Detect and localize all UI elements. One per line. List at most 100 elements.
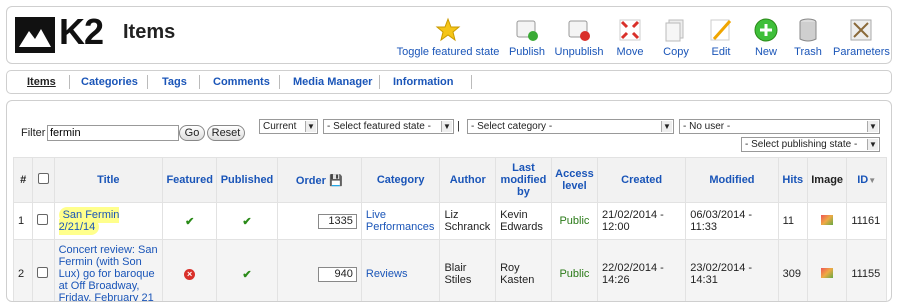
chevron-down-icon: ▼ — [305, 121, 316, 132]
copy-button[interactable]: Copy — [661, 17, 691, 58]
copy-icon — [663, 17, 689, 43]
go-button[interactable]: Go — [179, 125, 205, 141]
unpublish-icon — [566, 17, 592, 43]
category-cell: Live Performances — [361, 203, 440, 240]
published-cell[interactable]: ✔ — [217, 203, 277, 240]
move-button[interactable]: Move — [613, 17, 647, 58]
reset-button[interactable]: Reset — [207, 125, 245, 141]
image-icon — [821, 268, 833, 278]
star-icon — [435, 17, 461, 43]
submenu-categories[interactable]: Categories — [81, 76, 138, 88]
id-cell: 11155 — [847, 240, 887, 302]
toolbar-label: Trash — [793, 46, 823, 58]
col-published[interactable]: Published — [217, 158, 277, 203]
parameters-button[interactable]: Parameters — [833, 17, 889, 58]
col-created[interactable]: Created — [598, 158, 686, 203]
row-number: 2 — [14, 240, 33, 302]
category-link[interactable]: Live Performances — [366, 209, 434, 233]
toolbar-label: Copy — [661, 46, 691, 58]
chevron-down-icon: ▼ — [661, 121, 672, 132]
publish-button[interactable]: Publish — [507, 17, 547, 58]
modified-cell: 06/03/2014 - 11:33 — [686, 203, 778, 240]
featured-cell[interactable]: ✔ — [163, 203, 217, 240]
toolbar-label: Edit — [708, 46, 734, 58]
created-cell: 22/02/2014 - 14:26 — [598, 240, 686, 302]
col-modified[interactable]: Modified — [686, 158, 778, 203]
divider — [379, 75, 380, 89]
toolbar-label: Parameters — [833, 46, 889, 58]
image-icon — [821, 215, 833, 225]
author-cell: Liz Schranck — [440, 203, 496, 240]
checkmark-icon[interactable]: ✔ — [242, 216, 251, 228]
toolbar-label: New — [753, 46, 779, 58]
unfeatured-icon[interactable]: × — [184, 269, 195, 280]
checkmark-icon[interactable]: ✔ — [185, 216, 194, 228]
category-cell: Reviews — [361, 240, 440, 302]
access-cell: Public — [551, 240, 597, 302]
hits-cell: 309 — [778, 240, 807, 302]
new-button[interactable]: New — [753, 17, 779, 58]
checkmark-icon[interactable]: ✔ — [242, 269, 251, 281]
trash-button[interactable]: Trash — [793, 17, 823, 58]
published-cell[interactable]: ✔ — [217, 240, 277, 302]
page-title: Items — [123, 21, 175, 44]
submenu-information[interactable]: Information — [393, 76, 454, 88]
featured-select[interactable]: - Select featured state - ▼ — [323, 119, 454, 134]
item-title-link[interactable]: San Fermin 2/21/14 — [59, 207, 120, 235]
chevron-down-icon: ▼ — [441, 121, 452, 132]
col-featured[interactable]: Featured — [163, 158, 217, 203]
row-checkbox[interactable] — [37, 214, 48, 225]
toggle-featured-button[interactable]: Toggle featured state — [393, 17, 503, 58]
image-cell — [807, 240, 846, 302]
author-cell: Blair Stiles — [440, 240, 496, 302]
item-title-link[interactable]: Concert review: San Fermin (with Son Lux… — [59, 244, 158, 302]
select-value: - Select featured state - — [327, 121, 431, 132]
order-input[interactable]: 1335 — [318, 214, 357, 229]
col-access[interactable]: Access level — [551, 158, 597, 203]
table-row: 1 San Fermin 2/21/14 ✔ ✔ 1335 Live Perfo… — [14, 203, 887, 240]
category-link[interactable]: Reviews — [366, 268, 408, 280]
select-all-checkbox[interactable] — [38, 173, 49, 184]
row-checkbox-cell[interactable] — [33, 203, 54, 240]
row-checkbox-cell[interactable] — [33, 240, 54, 302]
col-hits[interactable]: Hits — [778, 158, 807, 203]
featured-cell[interactable]: × — [163, 240, 217, 302]
submenu-items[interactable]: Items — [27, 76, 56, 88]
col-select-all[interactable] — [33, 158, 54, 203]
col-id[interactable]: ID▼ — [847, 158, 887, 203]
toolbar-label: Unpublish — [552, 46, 606, 58]
divider — [471, 75, 472, 89]
col-last-modified[interactable]: Last modified by — [496, 158, 552, 203]
trash-icon — [795, 17, 821, 43]
col-author[interactable]: Author — [440, 158, 496, 203]
submenu-tags[interactable]: Tags — [162, 76, 187, 88]
filter-input[interactable] — [47, 125, 179, 141]
col-category[interactable]: Category — [361, 158, 440, 203]
select-value: Current — [263, 121, 296, 132]
chevron-down-icon: ▼ — [867, 121, 878, 132]
order-input[interactable]: 940 — [318, 267, 357, 282]
publishing-select[interactable]: - Select publishing state -▼ — [741, 137, 880, 152]
divider — [279, 75, 280, 89]
divider — [199, 75, 200, 89]
divider — [147, 75, 148, 89]
save-order-icon[interactable]: 💾 — [329, 175, 343, 187]
id-cell: 11161 — [847, 203, 887, 240]
edit-button[interactable]: Edit — [708, 17, 734, 58]
submenu-comments[interactable]: Comments — [213, 76, 270, 88]
table-row: 2 Concert review: San Fermin (with Son L… — [14, 240, 887, 302]
col-order[interactable]: Order 💾 — [277, 158, 361, 203]
submenu-media-manager[interactable]: Media Manager — [293, 76, 372, 88]
modified-by-cell: Kevin Edwards — [496, 203, 552, 240]
category-select[interactable]: - Select category -▼ — [467, 119, 674, 134]
row-checkbox[interactable] — [37, 267, 48, 278]
items-panel: Filter Go Reset Current▼ - Select featur… — [6, 100, 892, 302]
user-select[interactable]: - No user -▼ — [679, 119, 880, 134]
sort-desc-icon: ▼ — [868, 176, 876, 185]
state-select[interactable]: Current ▼ — [259, 119, 318, 134]
parameters-icon — [848, 17, 874, 43]
col-title[interactable]: Title — [54, 158, 163, 203]
unpublish-button[interactable]: Unpublish — [552, 17, 606, 58]
edit-icon — [708, 17, 734, 43]
toolbar-label: Move — [613, 46, 647, 58]
